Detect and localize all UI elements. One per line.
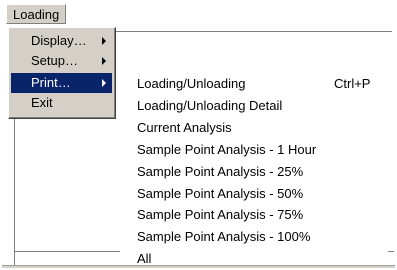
submenu-item-sample-100[interactable]: Sample Point Analysis - 100% (137, 226, 384, 247)
submenu-item-label: Sample Point Analysis - 1 Hour (137, 142, 317, 157)
menu-item-display[interactable]: Display… (11, 31, 112, 51)
menu-loading[interactable]: Loading (6, 4, 67, 24)
submenu-item-sample-50[interactable]: Sample Point Analysis - 50% (137, 183, 384, 204)
submenu-item-label: Sample Point Analysis - 50% (137, 186, 304, 201)
submenu-item-label: Current Analysis (137, 120, 232, 135)
menu-item-label: Exit (31, 95, 53, 110)
print-submenu: Loading/Unloading Ctrl+P Loading/Unloadi… (120, 69, 388, 266)
menu-item-print[interactable]: Print… (11, 73, 112, 93)
menu-item-setup[interactable]: Setup… (11, 51, 112, 71)
submenu-item-sample-25[interactable]: Sample Point Analysis - 25% (137, 161, 384, 182)
submenu-item-loading-unloading-detail[interactable]: Loading/Unloading Detail (137, 95, 384, 116)
menu-item-label: Setup… (31, 53, 78, 68)
submenu-arrow-icon (102, 57, 106, 65)
menu-bar: Loading (0, 0, 397, 28)
submenu-item-label: Sample Point Analysis - 25% (137, 164, 304, 179)
submenu-item-label: Loading/Unloading Detail (137, 98, 283, 113)
submenu-item-label: Sample Point Analysis - 75% (137, 207, 304, 222)
app-window: Loading Loading/Unloading Ctrl+P Loading… (0, 0, 397, 270)
submenu-item-sample-75[interactable]: Sample Point Analysis - 75% (137, 204, 384, 225)
menu-item-exit[interactable]: Exit (11, 93, 112, 113)
submenu-item-all[interactable]: All (137, 248, 384, 269)
submenu-item-label: Sample Point Analysis - 100% (137, 229, 311, 244)
menu-item-label: Print… (31, 75, 71, 90)
submenu-item-sample-1-hour[interactable]: Sample Point Analysis - 1 Hour (137, 139, 384, 160)
menu-loading-label: Loading (13, 7, 60, 22)
submenu-item-label: Loading/Unloading (137, 76, 246, 91)
submenu-item-current-analysis[interactable]: Current Analysis (137, 117, 384, 138)
loading-dropdown-menu: Display… Setup… Print… Exit (8, 27, 116, 119)
menu-item-label: Display… (31, 33, 87, 48)
submenu-item-label: All (137, 251, 152, 266)
submenu-item-loading-unloading[interactable]: Loading/Unloading Ctrl+P (137, 73, 384, 94)
submenu-arrow-icon (102, 37, 106, 45)
submenu-item-shortcut: Ctrl+P (334, 76, 371, 91)
submenu-arrow-icon (102, 79, 106, 87)
